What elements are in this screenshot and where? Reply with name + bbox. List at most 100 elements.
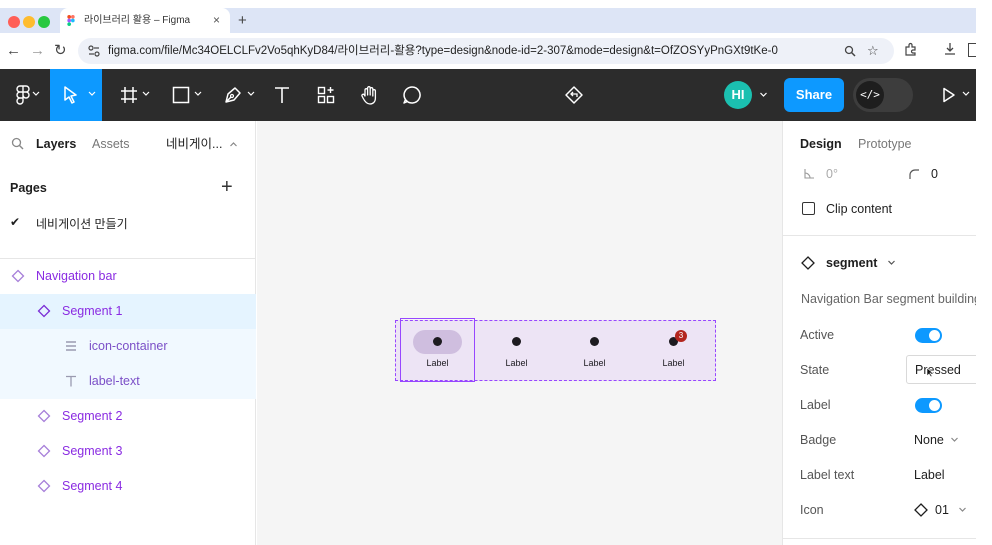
browser-address-bar: ← → ↻ figma.com/file/Mc34OELCLFv2Vo5qhKy… xyxy=(0,33,978,69)
dev-mode-toggle[interactable]: </> xyxy=(853,78,913,112)
page-edge xyxy=(976,0,992,545)
reload-icon[interactable]: ↻ xyxy=(54,41,67,61)
window-close-button[interactable] xyxy=(8,16,20,28)
layer-row-label: label-text xyxy=(89,374,140,388)
layer-row-label: Segment 2 xyxy=(62,409,123,423)
chevron-down-icon xyxy=(32,91,40,96)
notification-badge: 3 xyxy=(675,330,687,342)
move-tool-button[interactable] xyxy=(50,69,102,121)
tab-close-icon[interactable]: × xyxy=(213,8,220,33)
layer-row-label: Segment 4 xyxy=(62,479,123,493)
prop-state-label: State xyxy=(800,363,830,377)
pages-heading: Pages xyxy=(10,181,47,195)
user-avatar[interactable]: HI xyxy=(724,81,752,109)
zoom-icon[interactable] xyxy=(844,45,856,57)
layer-row[interactable]: Segment 3 xyxy=(0,434,256,469)
corner-radius-input[interactable]: 0 xyxy=(931,166,938,182)
layer-row[interactable]: Segment 4 xyxy=(0,469,256,504)
chevron-down-icon xyxy=(194,91,202,96)
window-minimize-button[interactable] xyxy=(23,16,35,28)
search-icon[interactable] xyxy=(11,137,24,150)
tab-layers[interactable]: Layers xyxy=(36,136,76,152)
corner-radius-icon xyxy=(909,169,919,179)
extensions-icon[interactable] xyxy=(904,42,918,56)
layer-row[interactable]: Segment 2 xyxy=(0,399,256,434)
label-toggle[interactable] xyxy=(915,398,942,413)
chevron-down-icon[interactable] xyxy=(950,437,959,443)
icon-select[interactable]: 01 xyxy=(935,502,949,518)
component-diamond-icon xyxy=(37,479,51,493)
nav-segment[interactable]: Label xyxy=(479,323,554,381)
divider xyxy=(783,235,977,236)
present-button[interactable] xyxy=(932,69,976,121)
text-tool-button[interactable] xyxy=(268,69,296,121)
hand-tool-button[interactable] xyxy=(356,69,384,121)
pen-tool-button[interactable] xyxy=(216,69,260,121)
window-maximize-button[interactable] xyxy=(38,16,50,28)
cursor-arrow-icon xyxy=(64,86,77,104)
figma-logo-icon xyxy=(16,85,30,105)
active-toggle[interactable] xyxy=(915,328,942,343)
segment-dot-icon xyxy=(590,337,599,346)
component-actions-button[interactable] xyxy=(560,69,588,121)
auto-layout-icon xyxy=(66,341,76,351)
resources-icon xyxy=(317,86,335,104)
url-text: figma.com/file/Mc34OELCLFv2Vo5qhKyD84/라이… xyxy=(108,45,778,57)
layers-panel: Layers Assets 네비게이... Pages + ✔ 네비게이션 만들… xyxy=(0,121,256,545)
chevron-down-icon[interactable] xyxy=(887,260,896,266)
new-tab-button[interactable]: + xyxy=(238,8,247,33)
frame-hash-icon xyxy=(121,87,137,103)
instance-diamond-icon xyxy=(914,503,928,517)
forward-arrow-icon[interactable]: → xyxy=(30,41,45,61)
tab-design[interactable]: Design xyxy=(800,136,842,152)
page-switcher[interactable]: 네비게이... xyxy=(166,136,222,152)
prop-badge-label: Badge xyxy=(800,433,837,447)
chevron-down-icon xyxy=(247,91,255,96)
state-select[interactable]: Pressed xyxy=(906,355,986,384)
chevron-down-icon[interactable] xyxy=(759,92,768,98)
download-icon[interactable] xyxy=(943,42,957,56)
chevron-down-icon[interactable] xyxy=(958,507,967,513)
browser-tab[interactable]: 라이브러리 활용 – Figma × xyxy=(60,8,230,33)
layer-row[interactable]: icon-container xyxy=(0,329,256,364)
component-diamond-icon xyxy=(37,409,51,423)
back-arrow-icon[interactable]: ← xyxy=(6,41,21,61)
main-menu-button[interactable] xyxy=(4,69,42,121)
site-settings-icon[interactable] xyxy=(88,45,100,57)
nav-segment[interactable]: 3 Label xyxy=(636,323,711,381)
bookmark-star-icon[interactable]: ☆ xyxy=(867,43,879,59)
frame-tool-button[interactable] xyxy=(112,69,156,121)
label-text-input[interactable]: Label xyxy=(914,467,945,483)
url-input[interactable]: figma.com/file/Mc34OELCLFv2Vo5qhKyD84/라이… xyxy=(78,38,894,64)
resources-tool-button[interactable] xyxy=(312,69,340,121)
chevron-up-icon[interactable] xyxy=(229,141,238,147)
layer-row[interactable]: Navigation bar xyxy=(0,259,256,294)
browser-tab-strip: 라이브러리 활용 – Figma × + xyxy=(0,8,976,33)
layer-row[interactable]: label-text xyxy=(0,364,256,399)
design-panel: Design Prototype 0° 0 Clip content segme… xyxy=(782,121,986,545)
rotation-input[interactable]: 0° xyxy=(826,166,838,182)
clip-content-label[interactable]: Clip content xyxy=(826,201,892,217)
prop-label-text-label: Label text xyxy=(800,468,855,482)
selection-outline xyxy=(400,318,475,382)
shape-tool-button[interactable] xyxy=(164,69,208,121)
page-item[interactable]: ✔ 네비게이션 만들기 xyxy=(0,209,256,237)
nav-segment[interactable]: Label xyxy=(557,323,632,381)
comment-tool-button[interactable] xyxy=(398,69,426,121)
clip-content-checkbox[interactable] xyxy=(802,202,815,215)
add-page-button[interactable]: + xyxy=(221,177,233,197)
layer-row[interactable]: Segment 1 xyxy=(0,294,256,329)
share-button[interactable]: Share xyxy=(784,78,844,112)
figma-favicon-icon xyxy=(67,15,75,26)
segment-label: Label xyxy=(662,358,685,368)
component-name[interactable]: segment xyxy=(826,255,877,271)
badge-select[interactable]: None xyxy=(914,432,944,448)
segment-label: Label xyxy=(505,358,528,368)
divider xyxy=(783,538,977,539)
component-diamond-icon xyxy=(37,304,51,318)
tab-prototype[interactable]: Prototype xyxy=(858,136,912,152)
tab-assets[interactable]: Assets xyxy=(92,136,130,152)
layer-row-label: icon-container xyxy=(89,339,168,353)
page-item-label: 네비게이션 만들기 xyxy=(36,217,128,231)
chevron-down-icon xyxy=(962,91,970,96)
